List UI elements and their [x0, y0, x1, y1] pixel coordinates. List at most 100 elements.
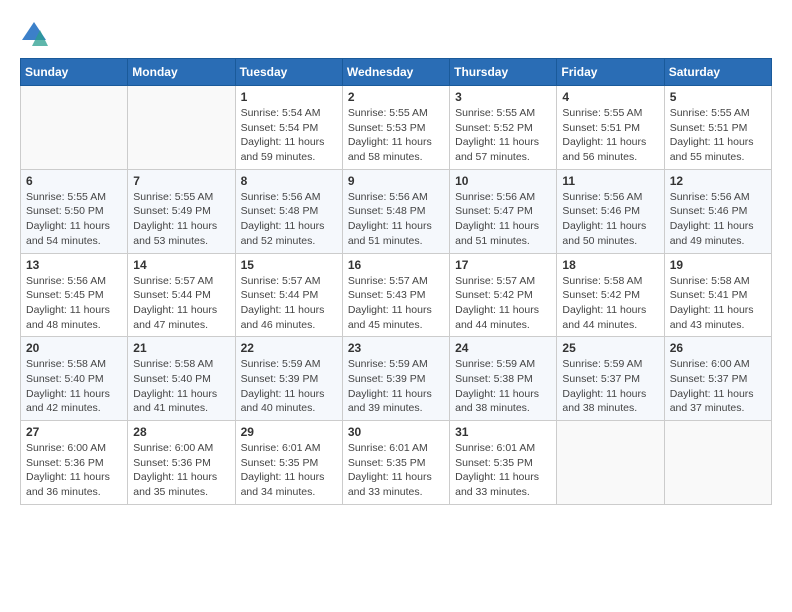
calendar-cell: 15 Sunrise: 5:57 AMSunset: 5:44 PMDayligh… — [235, 253, 342, 337]
day-info: Sunrise: 6:01 AMSunset: 5:35 PMDaylight:… — [241, 441, 337, 500]
calendar-cell — [557, 421, 664, 505]
day-info: Sunrise: 5:54 AMSunset: 5:54 PMDaylight:… — [241, 106, 337, 165]
day-info: Sunrise: 5:57 AMSunset: 5:43 PMDaylight:… — [348, 274, 444, 333]
day-number: 19 — [670, 258, 766, 272]
day-number: 30 — [348, 425, 444, 439]
day-info: Sunrise: 5:57 AMSunset: 5:44 PMDaylight:… — [241, 274, 337, 333]
day-number: 15 — [241, 258, 337, 272]
day-number: 20 — [26, 341, 122, 355]
logo — [20, 20, 52, 48]
day-info: Sunrise: 5:55 AMSunset: 5:52 PMDaylight:… — [455, 106, 551, 165]
week-row-3: 13Sunrise: 5:56 AMSunset: 5:45 PMDayligh… — [21, 253, 772, 337]
day-info: Sunrise: 5:58 AMSunset: 5:40 PMDaylight:… — [133, 357, 229, 416]
day-info: Sunrise: 5:59 AMSunset: 5:37 PMDaylight:… — [562, 357, 658, 416]
day-number: 8 — [241, 174, 337, 188]
day-info: Sunrise: 6:00 AMSunset: 5:36 PMDaylight:… — [26, 441, 122, 500]
calendar-header-row: SundayMondayTuesdayWednesdayThursdayFrid… — [21, 59, 772, 86]
day-info: Sunrise: 5:56 AMSunset: 5:46 PMDaylight:… — [562, 190, 658, 249]
week-row-4: 20 Sunrise: 5:58 AMSunset: 5:40 PMDayligh… — [21, 337, 772, 421]
day-number: 9 — [348, 174, 444, 188]
day-number: 31 — [455, 425, 551, 439]
day-number: 17 — [455, 258, 551, 272]
calendar-cell — [128, 86, 235, 170]
day-number: 18 — [562, 258, 658, 272]
calendar-cell: 17 Sunrise: 5:57 AMSunset: 5:42 PMDayligh… — [450, 253, 557, 337]
day-info: Sunrise: 5:55 AMSunset: 5:51 PMDaylight:… — [562, 106, 658, 165]
calendar-cell: 10Sunrise: 5:56 AMSunset: 5:47 PMDayligh… — [450, 169, 557, 253]
day-number: 3 — [455, 90, 551, 104]
day-number: 1 — [241, 90, 337, 104]
day-number: 29 — [241, 425, 337, 439]
day-info: Sunrise: 5:56 AMSunset: 5:46 PMDaylight:… — [670, 190, 766, 249]
calendar-cell: 23Sunrise: 5:59 AMSunset: 5:39 PMDayligh… — [342, 337, 449, 421]
calendar-cell — [664, 421, 771, 505]
calendar-cell: 25 Sunrise: 5:59 AMSunset: 5:37 PMDayligh… — [557, 337, 664, 421]
day-info: Sunrise: 5:56 AMSunset: 5:48 PMDaylight:… — [348, 190, 444, 249]
day-number: 11 — [562, 174, 658, 188]
day-info: Sunrise: 5:58 AMSunset: 5:42 PMDaylight:… — [562, 274, 658, 333]
day-info: Sunrise: 5:59 AMSunset: 5:39 PMDaylight:… — [241, 357, 337, 416]
calendar-cell: 30 Sunrise: 6:01 AMSunset: 5:35 PMDayligh… — [342, 421, 449, 505]
day-info: Sunrise: 5:55 AMSunset: 5:53 PMDaylight:… — [348, 106, 444, 165]
calendar-cell: 18 Sunrise: 5:58 AMSunset: 5:42 PMDayligh… — [557, 253, 664, 337]
calendar-cell: 2 Sunrise: 5:55 AMSunset: 5:53 PMDaylight… — [342, 86, 449, 170]
day-info: Sunrise: 6:01 AMSunset: 5:35 PMDaylight:… — [455, 441, 551, 500]
calendar-cell: 1 Sunrise: 5:54 AMSunset: 5:54 PMDaylight… — [235, 86, 342, 170]
day-number: 27 — [26, 425, 122, 439]
day-info: Sunrise: 5:58 AMSunset: 5:40 PMDaylight:… — [26, 357, 122, 416]
day-info: Sunrise: 5:56 AMSunset: 5:48 PMDaylight:… — [241, 190, 337, 249]
week-row-1: 1 Sunrise: 5:54 AMSunset: 5:54 PMDaylight… — [21, 86, 772, 170]
week-row-2: 6 Sunrise: 5:55 AMSunset: 5:50 PMDaylight… — [21, 169, 772, 253]
day-info: Sunrise: 5:55 AMSunset: 5:50 PMDaylight:… — [26, 190, 122, 249]
calendar-table: SundayMondayTuesdayWednesdayThursdayFrid… — [20, 58, 772, 505]
day-info: Sunrise: 5:55 AMSunset: 5:49 PMDaylight:… — [133, 190, 229, 249]
calendar-cell: 5 Sunrise: 5:55 AMSunset: 5:51 PMDaylight… — [664, 86, 771, 170]
calendar-cell: 14Sunrise: 5:57 AMSunset: 5:44 PMDayligh… — [128, 253, 235, 337]
calendar-cell — [21, 86, 128, 170]
logo-icon — [20, 20, 48, 48]
day-info: Sunrise: 5:59 AMSunset: 5:39 PMDaylight:… — [348, 357, 444, 416]
calendar-cell: 26 Sunrise: 6:00 AMSunset: 5:37 PMDayligh… — [664, 337, 771, 421]
calendar-cell: 20 Sunrise: 5:58 AMSunset: 5:40 PMDayligh… — [21, 337, 128, 421]
calendar-cell: 29 Sunrise: 6:01 AMSunset: 5:35 PMDayligh… — [235, 421, 342, 505]
day-number: 26 — [670, 341, 766, 355]
calendar-cell: 19 Sunrise: 5:58 AMSunset: 5:41 PMDayligh… — [664, 253, 771, 337]
col-header-thursday: Thursday — [450, 59, 557, 86]
day-number: 28 — [133, 425, 229, 439]
day-info: Sunrise: 5:58 AMSunset: 5:41 PMDaylight:… — [670, 274, 766, 333]
calendar-cell: 9 Sunrise: 5:56 AMSunset: 5:48 PMDaylight… — [342, 169, 449, 253]
calendar-cell: 21Sunrise: 5:58 AMSunset: 5:40 PMDayligh… — [128, 337, 235, 421]
day-number: 4 — [562, 90, 658, 104]
day-number: 10 — [455, 174, 551, 188]
page-header — [20, 20, 772, 48]
day-number: 6 — [26, 174, 122, 188]
calendar-cell: 22 Sunrise: 5:59 AMSunset: 5:39 PMDayligh… — [235, 337, 342, 421]
day-number: 22 — [241, 341, 337, 355]
day-info: Sunrise: 5:56 AMSunset: 5:45 PMDaylight:… — [26, 274, 122, 333]
day-number: 16 — [348, 258, 444, 272]
day-info: Sunrise: 6:01 AMSunset: 5:35 PMDaylight:… — [348, 441, 444, 500]
day-number: 25 — [562, 341, 658, 355]
day-number: 12 — [670, 174, 766, 188]
calendar-cell: 13Sunrise: 5:56 AMSunset: 5:45 PMDayligh… — [21, 253, 128, 337]
calendar-cell: 6 Sunrise: 5:55 AMSunset: 5:50 PMDaylight… — [21, 169, 128, 253]
calendar-cell: 8 Sunrise: 5:56 AMSunset: 5:48 PMDaylight… — [235, 169, 342, 253]
calendar-cell: 27 Sunrise: 6:00 AMSunset: 5:36 PMDayligh… — [21, 421, 128, 505]
calendar-cell: 31 Sunrise: 6:01 AMSunset: 5:35 PMDayligh… — [450, 421, 557, 505]
day-number: 2 — [348, 90, 444, 104]
day-info: Sunrise: 5:57 AMSunset: 5:42 PMDaylight:… — [455, 274, 551, 333]
col-header-tuesday: Tuesday — [235, 59, 342, 86]
week-row-5: 27 Sunrise: 6:00 AMSunset: 5:36 PMDayligh… — [21, 421, 772, 505]
col-header-friday: Friday — [557, 59, 664, 86]
day-number: 24 — [455, 341, 551, 355]
day-info: Sunrise: 6:00 AMSunset: 5:37 PMDaylight:… — [670, 357, 766, 416]
day-number: 5 — [670, 90, 766, 104]
day-info: Sunrise: 5:55 AMSunset: 5:51 PMDaylight:… — [670, 106, 766, 165]
day-number: 14 — [133, 258, 229, 272]
col-header-saturday: Saturday — [664, 59, 771, 86]
calendar-cell: 3 Sunrise: 5:55 AMSunset: 5:52 PMDaylight… — [450, 86, 557, 170]
calendar-cell: 4 Sunrise: 5:55 AMSunset: 5:51 PMDaylight… — [557, 86, 664, 170]
calendar-cell: 16 Sunrise: 5:57 AMSunset: 5:43 PMDayligh… — [342, 253, 449, 337]
calendar-cell: 24Sunrise: 5:59 AMSunset: 5:38 PMDayligh… — [450, 337, 557, 421]
col-header-wednesday: Wednesday — [342, 59, 449, 86]
